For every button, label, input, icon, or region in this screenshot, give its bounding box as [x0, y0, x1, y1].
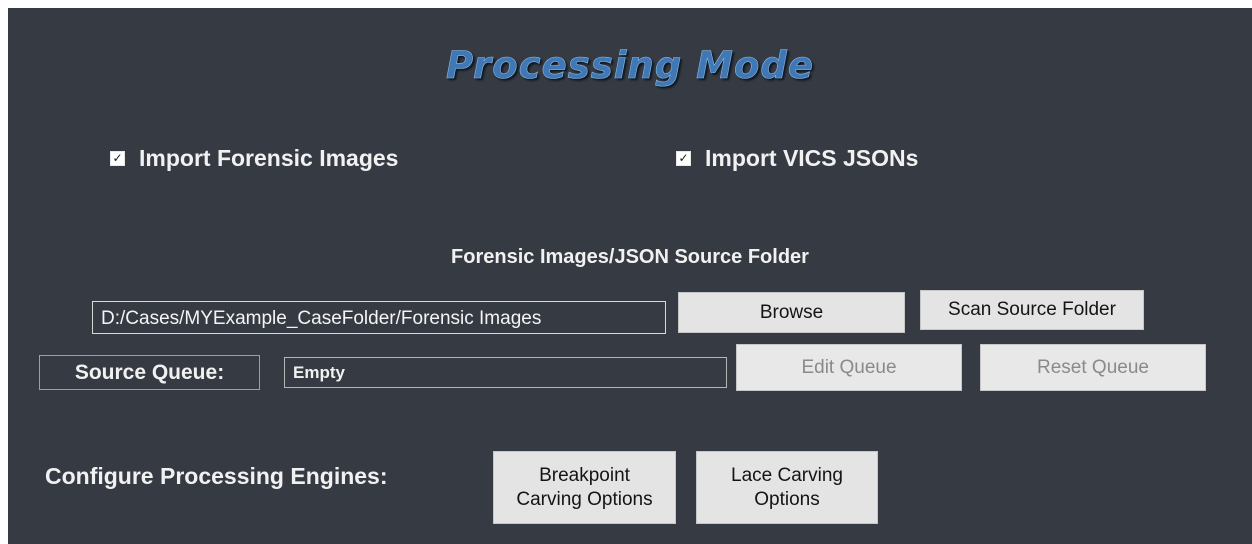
- import-forensic-images-option[interactable]: ✓ Import Forensic Images: [110, 145, 398, 172]
- lace-button-line-1: Lace Carving: [731, 464, 843, 486]
- processing-mode-panel: Processing Mode ✓ Import Forensic Images…: [8, 8, 1252, 544]
- breakpoint-carving-options-button[interactable]: Breakpoint Carving Options: [493, 451, 676, 524]
- source-queue-label: Source Queue:: [39, 355, 260, 390]
- import-forensic-images-label[interactable]: Import Forensic Images: [139, 145, 398, 172]
- edit-queue-button[interactable]: Edit Queue: [736, 344, 962, 391]
- import-vics-jsons-label[interactable]: Import VICS JSONs: [705, 145, 918, 172]
- source-queue-value: Empty: [284, 357, 727, 388]
- lace-button-line-2: Options: [754, 488, 820, 510]
- import-vics-jsons-option[interactable]: ✓ Import VICS JSONs: [676, 145, 918, 172]
- page-title: Processing Mode: [446, 44, 814, 88]
- source-folder-heading: Forensic Images/JSON Source Folder: [451, 246, 809, 268]
- reset-queue-button[interactable]: Reset Queue: [980, 344, 1206, 391]
- import-vics-jsons-checkbox[interactable]: ✓: [676, 151, 691, 166]
- import-forensic-images-checkbox[interactable]: ✓: [110, 151, 125, 166]
- source-folder-path-input[interactable]: [92, 301, 666, 334]
- configure-engines-label: Configure Processing Engines:: [45, 463, 388, 489]
- lace-carving-options-button[interactable]: Lace Carving Options: [696, 451, 878, 524]
- scan-source-folder-button[interactable]: Scan Source Folder: [920, 290, 1144, 330]
- browse-button[interactable]: Browse: [678, 292, 905, 333]
- breakpoint-button-line-2: Carving Options: [516, 488, 653, 510]
- breakpoint-button-line-1: Breakpoint: [539, 464, 630, 486]
